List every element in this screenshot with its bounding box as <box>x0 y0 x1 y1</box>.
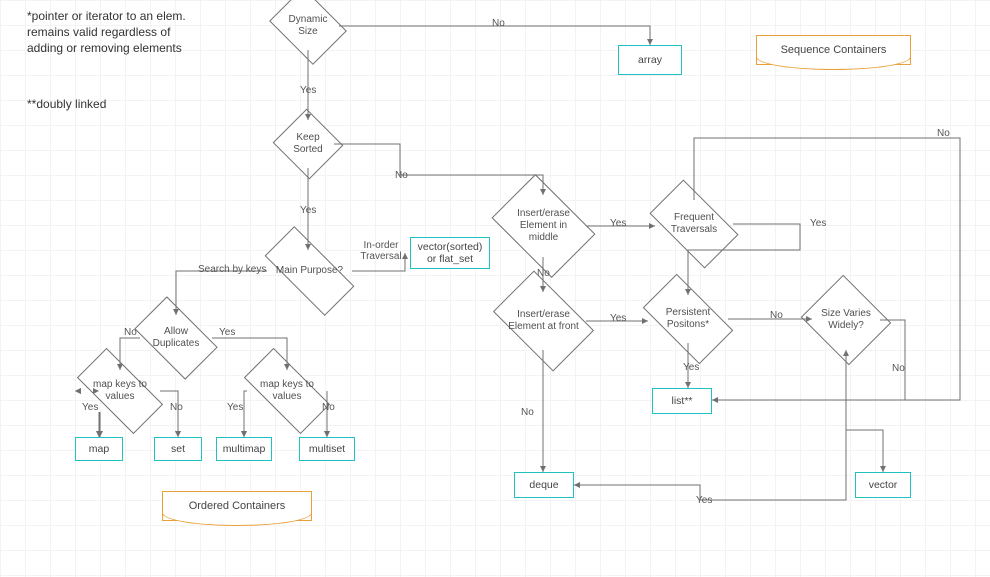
title-sequence-containers: Sequence Containers <box>756 35 911 65</box>
edge-size-no: No <box>890 363 907 374</box>
edge-mkr-no: No <box>320 402 337 413</box>
result-map: map <box>75 437 123 461</box>
edge-dup-yes: Yes <box>217 327 237 338</box>
result-set: set <box>154 437 202 461</box>
result-vector: vector <box>855 472 911 498</box>
decision-frequent-traversals-label: Frequent Traversals <box>659 212 729 236</box>
edge-dup-no: No <box>122 327 139 338</box>
edge-mkl-no: No <box>168 402 185 413</box>
edge-insert-mid-no: No <box>535 268 552 279</box>
edge-insert-mid-yes: Yes <box>608 218 628 229</box>
decision-persistent-positions: Persistent Positons* <box>648 295 728 343</box>
decision-insert-front: Insert/erase Element at front <box>501 292 586 350</box>
result-map-label: map <box>89 443 109 455</box>
decision-size-varies-label: Size Varies Widely? <box>816 308 876 332</box>
result-vector-sorted: vector(sorted) or flat_set <box>410 237 490 269</box>
diagram-canvas: *pointer or iterator to an elem. remains… <box>0 0 990 577</box>
result-vector-label: vector <box>869 479 898 491</box>
decision-persistent-positions-label: Persistent Positons* <box>652 307 724 331</box>
decision-size-varies: Size Varies Widely? <box>812 290 880 350</box>
decision-keep-sorted: Keep Sorted <box>282 120 334 168</box>
result-array-label: array <box>638 54 662 66</box>
footnote-doubly-text: **doubly linked <box>27 97 106 111</box>
decision-map-keys-right: map keys to values <box>247 370 327 412</box>
result-vector-sorted-label: vector(sorted) or flat_set <box>414 241 486 265</box>
result-multiset-label: multiset <box>309 443 345 455</box>
edge-search-keys: Search by keys <box>196 264 268 275</box>
edge-dynamic-no: No <box>490 18 507 29</box>
edge-freq-yes: Yes <box>808 218 828 229</box>
edge-persist-no: No <box>768 310 785 321</box>
title-sequence-text: Sequence Containers <box>781 44 887 56</box>
decision-main-purpose: Main Purpose? <box>267 250 352 292</box>
footnote-pointer-text: *pointer or iterator to an elem. remains… <box>27 9 186 55</box>
decision-insert-front-label: Insert/erase Element at front <box>505 309 582 333</box>
decision-insert-middle: Insert/erase Element in middle <box>501 195 586 257</box>
decision-main-purpose-label: Main Purpose? <box>276 265 343 277</box>
edge-persist-yes: Yes <box>681 362 701 373</box>
result-deque-label: deque <box>529 479 558 491</box>
decision-allow-duplicates: Allow Duplicates <box>140 315 212 361</box>
edge-insert-front-yes: Yes <box>608 313 628 324</box>
edge-mkl-yes: Yes <box>80 402 100 413</box>
edge-sorted-no: No <box>393 170 410 181</box>
decision-map-keys-right-label: map keys to values <box>251 379 323 403</box>
decision-insert-middle-label: Insert/erase Element in middle <box>505 208 582 244</box>
decision-frequent-traversals: Frequent Traversals <box>655 200 733 248</box>
edge-in-order: In-order Traversal <box>356 240 406 262</box>
result-multimap-label: multimap <box>223 443 266 455</box>
edge-freq-no: No <box>935 128 952 139</box>
decision-allow-duplicates-label: Allow Duplicates <box>144 326 208 350</box>
decision-dynamic-size: Dynamic Size <box>277 2 339 50</box>
title-ordered-containers: Ordered Containers <box>162 491 312 521</box>
result-multimap: multimap <box>216 437 272 461</box>
result-list: list** <box>652 388 712 414</box>
decision-dynamic-size-label: Dynamic Size <box>281 14 335 38</box>
title-ordered-text: Ordered Containers <box>189 500 286 512</box>
footnote-doubly-linked: **doubly linked <box>27 96 106 112</box>
result-set-label: set <box>171 443 185 455</box>
result-list-label: list** <box>671 395 692 407</box>
footnote-pointer: *pointer or iterator to an elem. remains… <box>27 8 197 57</box>
edge-sorted-yes: Yes <box>298 205 318 216</box>
edge-size-yes: Yes <box>694 495 714 506</box>
edge-insert-front-no: No <box>519 407 536 418</box>
result-deque: deque <box>514 472 574 498</box>
decision-keep-sorted-label: Keep Sorted <box>286 132 330 156</box>
decision-map-keys-left-label: map keys to values <box>84 379 156 403</box>
edge-mkr-yes: Yes <box>225 402 245 413</box>
result-multiset: multiset <box>299 437 355 461</box>
result-array: array <box>618 45 682 75</box>
edge-dynamic-yes: Yes <box>298 85 318 96</box>
